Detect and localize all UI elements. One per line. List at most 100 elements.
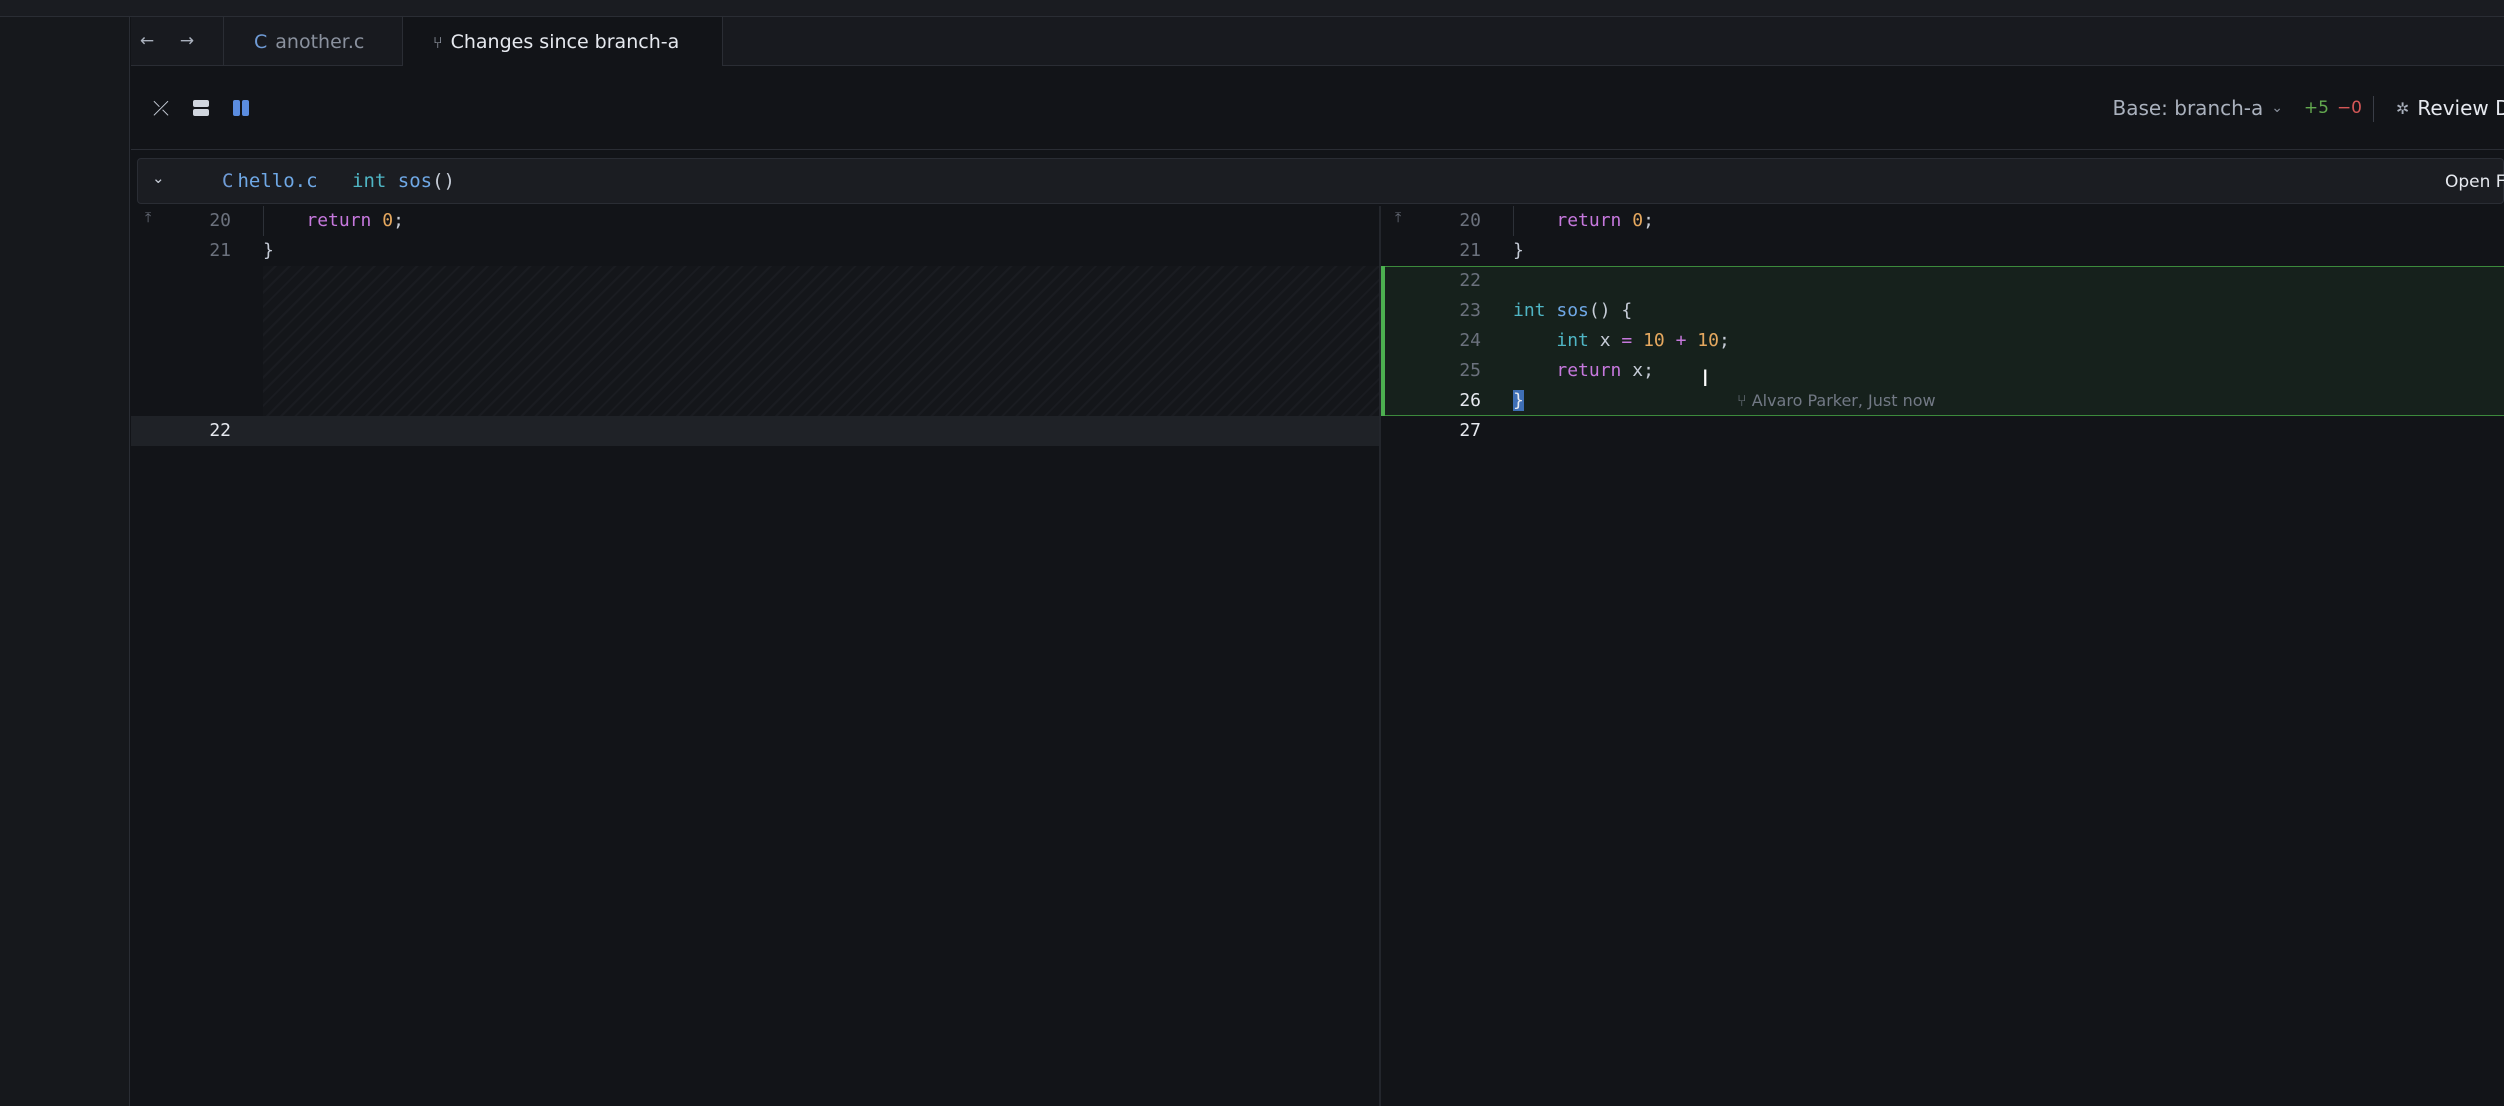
code-text: int sos() { (1513, 296, 1632, 326)
open-file-button[interactable]: Open Fi (2445, 172, 2504, 192)
crumb-function: sos (397, 170, 433, 192)
code-text: return 0; (263, 206, 404, 236)
code-line: 25 return x; (1381, 356, 2504, 386)
code-text: return x; (1513, 356, 1654, 386)
review-label: Review D (2417, 96, 2504, 120)
tab-changes-since-branch[interactable]: ⑂ Changes since branch-a (403, 17, 723, 67)
line-number: 21 (1459, 240, 1481, 261)
line-number: 20 (209, 210, 231, 231)
toolbar-divider (2373, 96, 2374, 122)
code-line: 21 } (131, 236, 1379, 266)
code-line: 24 int x = 10 + 10; (1381, 326, 2504, 356)
text-cursor-icon: I (1702, 367, 1709, 392)
sparkle-icon: ✲ (2396, 98, 2410, 118)
code-token: return (306, 210, 372, 231)
code-token: 0 (382, 210, 394, 231)
file-name[interactable]: C hello.c (222, 170, 318, 192)
code-token: } (1513, 390, 1524, 411)
code-token: } (1513, 240, 1524, 261)
base-branch-selector[interactable]: Base: branch-a ⌄ (2112, 96, 2283, 120)
deleted-placeholder-hatch (263, 266, 1379, 416)
code-token: int (1556, 330, 1589, 351)
code-token: + (1675, 330, 1687, 351)
c-file-icon: C (222, 170, 234, 192)
line-number: 27 (1459, 420, 1481, 441)
file-header: ⌄ C hello.c int sos() Open Fi (137, 158, 2504, 204)
diff-stats: +5 −0 (2304, 98, 2362, 118)
code-token: int (1513, 300, 1546, 321)
crumb-parens: () (432, 170, 455, 192)
code-token: 10 (1697, 330, 1719, 351)
back-arrow-icon[interactable]: ← (135, 29, 159, 53)
code-line: 23 int sos() { (1381, 296, 2504, 326)
code-line: ⤒ 20 return 0; (1381, 206, 2504, 236)
code-token: return (1556, 360, 1622, 381)
line-number: 25 (1459, 360, 1481, 381)
git-commit-icon: ⑂ (1737, 391, 1752, 410)
line-number: 23 (1459, 300, 1481, 321)
code-text: } (1513, 386, 1524, 416)
window-top-strip (0, 0, 2504, 17)
tab-label: another.c (275, 30, 365, 53)
main-area: ← → C another.c ⑂ Changes since branch-a… (131, 17, 2504, 1106)
line-number: 21 (209, 240, 231, 261)
code-text: } (263, 236, 274, 266)
line-number: 26 (1459, 390, 1481, 411)
diff-toolbar: ⤫ Base: branch-a ⌄ +5 −0 ✲ Review D (131, 66, 2504, 150)
code-line-current: 26 } (1381, 386, 2504, 416)
c-file-icon: C (254, 30, 268, 53)
diff-pane-base[interactable]: ⤒ 20 return 0; 21 } 22 (131, 206, 1379, 1106)
code-token: 10 (1643, 330, 1665, 351)
code-token: x; (1621, 360, 1654, 381)
chevron-down-icon[interactable]: ⌄ (152, 169, 165, 187)
code-text: return 0; (1513, 206, 1654, 236)
deletions-count: −0 (2336, 98, 2362, 118)
blame-text: Alvaro Parker, Just now (1751, 391, 1936, 410)
left-sidebar (0, 17, 130, 1106)
line-number: 20 (1459, 210, 1481, 231)
code-token: } (263, 240, 274, 261)
code-line: 22 (131, 416, 1379, 446)
code-text: int x = 10 + 10; (1513, 326, 1730, 356)
line-number: 22 (209, 420, 231, 441)
forward-arrow-icon[interactable]: → (175, 29, 199, 53)
crumb-type: int (352, 170, 387, 192)
code-text: } (1513, 236, 1524, 266)
expand-up-icon[interactable]: ⤒ (1395, 210, 1401, 226)
additions-count: +5 (2303, 98, 2329, 118)
review-diff-button[interactable]: ✲ Review D (2396, 96, 2504, 120)
chevron-down-icon: ⌄ (2271, 100, 2283, 116)
code-line: 22 (1381, 266, 2504, 296)
tab-bar: ← → C another.c ⑂ Changes since branch-a (131, 17, 2504, 67)
code-line: 21 } (1381, 236, 2504, 266)
code-token: 0 (1632, 210, 1644, 231)
base-branch-label: Base: branch-a (2112, 96, 2264, 120)
inline-blame[interactable]: ⑂ Alvaro Parker, Just now (1737, 386, 1936, 416)
code-token: sos (1556, 300, 1589, 321)
collapse-all-icon[interactable]: ⤫ (149, 96, 173, 120)
expand-up-icon[interactable]: ⤒ (145, 210, 151, 226)
line-number: 24 (1459, 330, 1481, 351)
tab-another-c[interactable]: C another.c (223, 17, 403, 66)
tab-label: Changes since branch-a (450, 31, 680, 53)
file-name-label: hello.c (237, 170, 318, 192)
code-token: () { (1588, 300, 1633, 321)
code-token: ; (1718, 330, 1730, 351)
split-view-icon[interactable] (229, 96, 253, 120)
code-token: ; (1643, 210, 1654, 231)
unified-view-icon[interactable] (189, 96, 213, 120)
code-line: ⤒ 20 return 0; (131, 206, 1379, 236)
code-line: 27 (1381, 416, 2504, 446)
diff-pane-changes[interactable]: ⤒ 20 return 0; 21 } 22 23 int sos() { 24… (1381, 206, 2504, 1106)
breadcrumb-symbol[interactable]: int sos() (352, 170, 455, 192)
